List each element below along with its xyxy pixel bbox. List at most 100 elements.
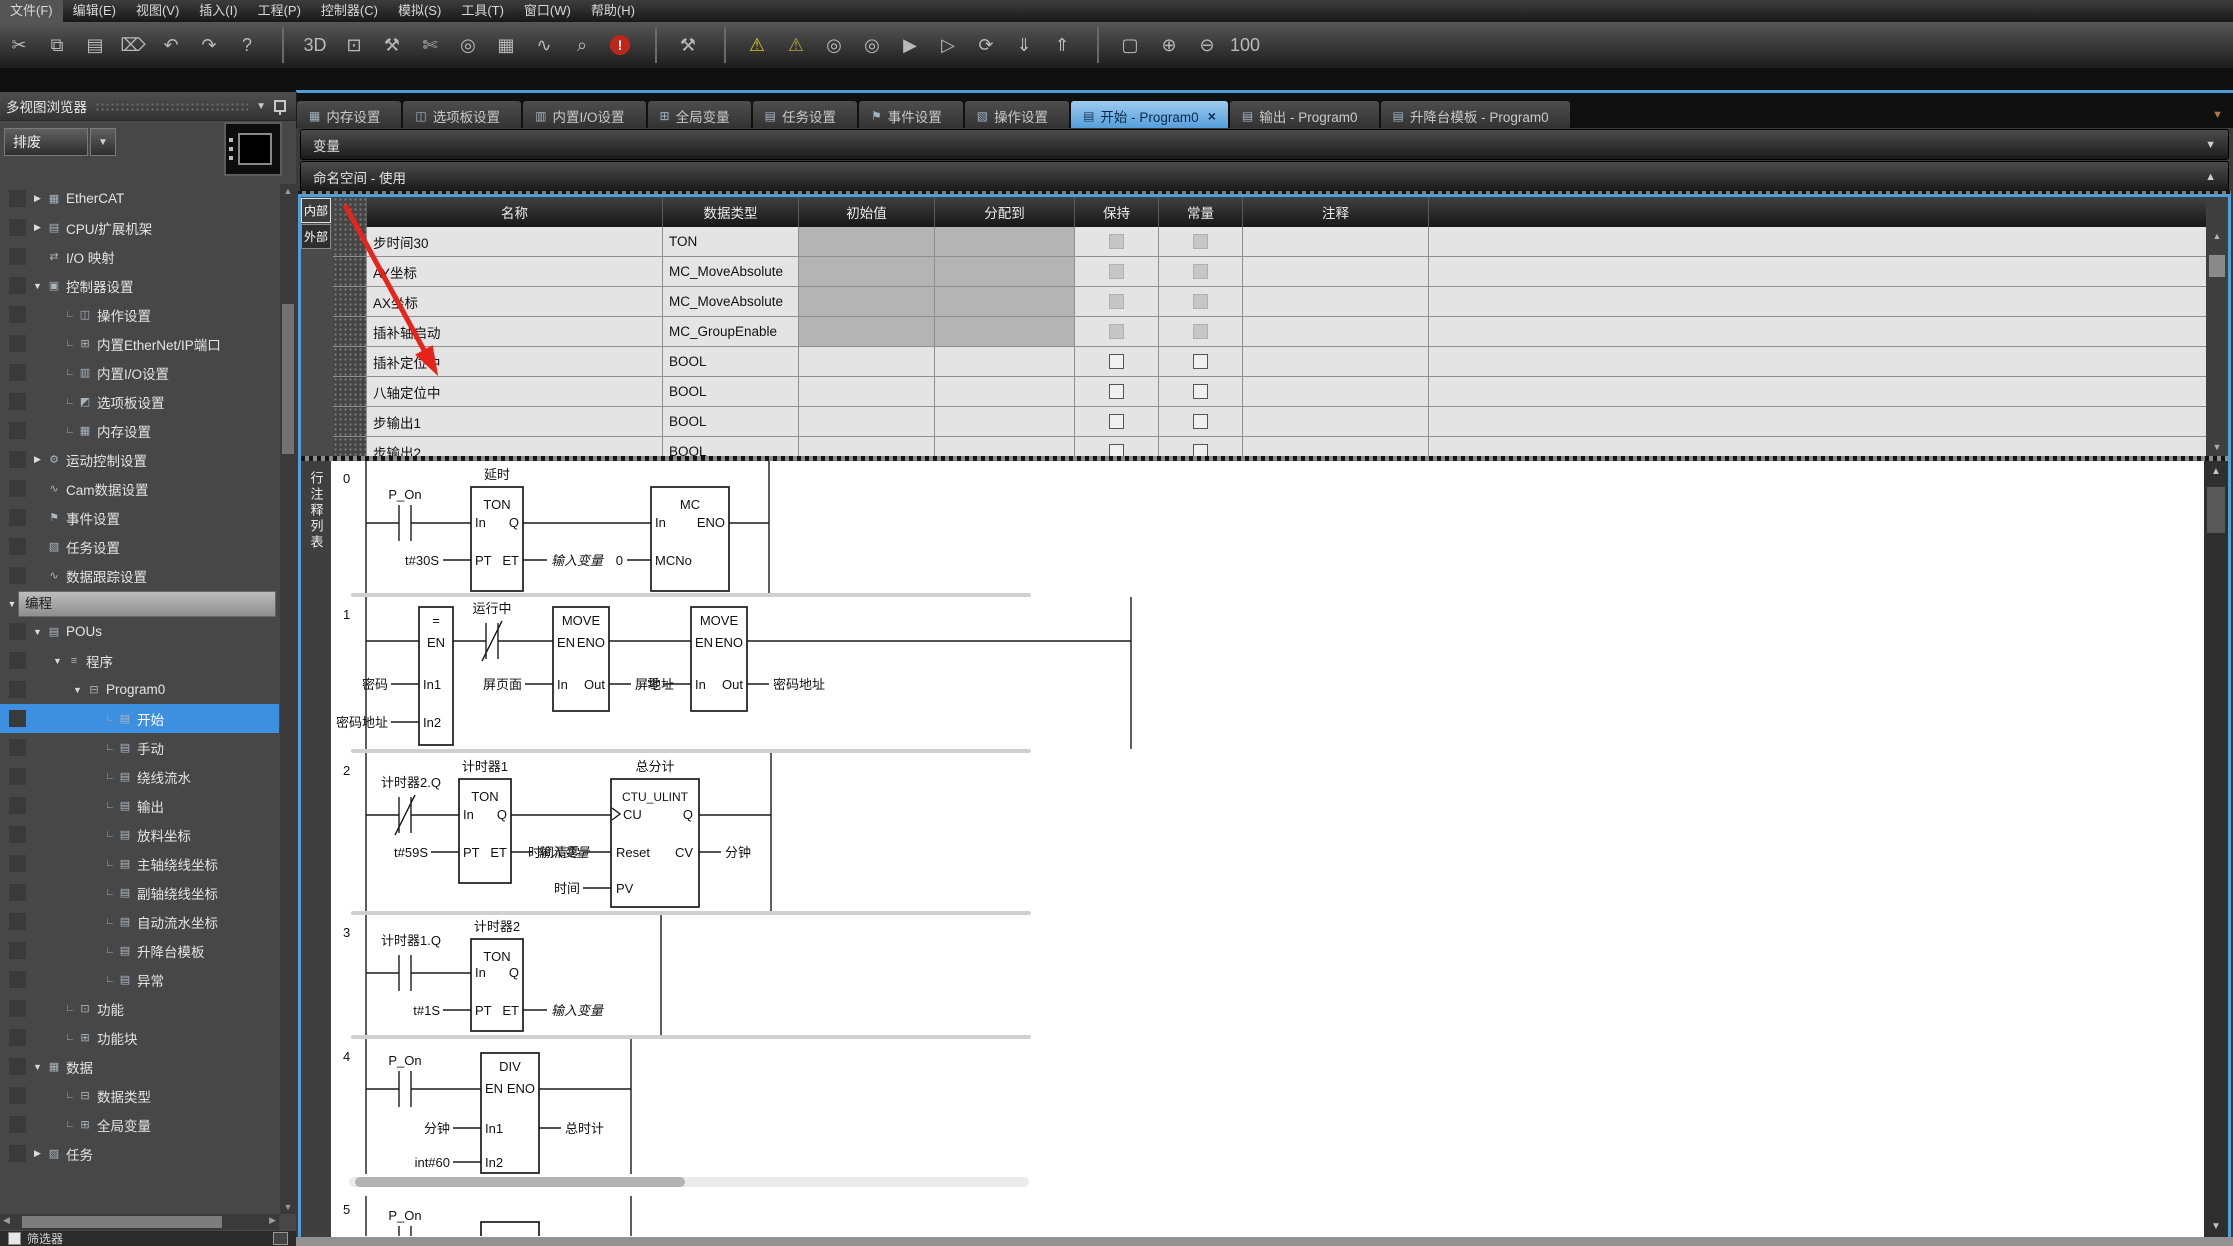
rung-1[interactable]: 1 = EN In1 In2 密码 密码地址 <box>331 597 2204 749</box>
watch-table-button[interactable]: ▦ <box>490 27 522 63</box>
tree-section-programming[interactable]: ▼ ∟ 编程 <box>0 590 279 617</box>
constant-checkbox[interactable] <box>1193 414 1208 429</box>
zoom-out-button[interactable]: ⊖ <box>1191 27 1223 63</box>
cut-button[interactable]: ✂ <box>3 27 35 63</box>
cell-allocation[interactable] <box>935 347 1075 376</box>
filter-bar[interactable]: 筛选器 <box>0 1231 296 1246</box>
variable-tab-external[interactable]: 外部 <box>301 224 331 249</box>
tree-item-section-lift-template[interactable]: ∟ ▤ 升降台模板 <box>0 936 279 965</box>
tree-item-global-variables[interactable]: ∟ ⊞ 全局变量 <box>0 1110 279 1139</box>
watch-window-button[interactable]: ◎ <box>452 27 484 63</box>
tree-item-section-start[interactable]: ∟ ▤ 开始 <box>0 704 279 733</box>
retain-checkbox[interactable] <box>1109 354 1124 369</box>
row-handle[interactable] <box>333 437 367 456</box>
collapse-icon[interactable]: ▼ <box>256 101 266 112</box>
operand-label[interactable]: 分钟 <box>725 845 751 860</box>
operand-label[interactable]: t#1S <box>413 1003 440 1018</box>
operand-label[interactable]: 0 <box>616 553 623 568</box>
tab-task-settings[interactable]: ▤ 任务设置 <box>753 101 857 131</box>
row-handle[interactable] <box>333 347 367 376</box>
variable-row[interactable]: 步输出1 BOOL <box>333 407 2206 437</box>
constant-checkbox[interactable] <box>1193 234 1208 249</box>
scrollbar-thumb[interactable] <box>2209 255 2225 277</box>
constant-checkbox[interactable] <box>1193 384 1208 399</box>
project-selector[interactable]: 排废 <box>4 128 88 156</box>
scrollbar-thumb[interactable] <box>2207 487 2225 533</box>
scroll-left-icon[interactable]: ◀ <box>3 1215 10 1226</box>
cell-name[interactable]: 步时间30 <box>367 227 663 256</box>
tab-lift-template-program0[interactable]: ▤ 升降台模板 - Program0 <box>1381 101 1570 131</box>
cross-reference-button[interactable]: ✄ <box>414 27 446 63</box>
tab-global-variables[interactable]: ⊞ 全局变量 <box>648 101 751 131</box>
variable-row[interactable]: 八轴定位中 BOOL <box>333 377 2206 407</box>
menu-view[interactable]: 视图(V) <box>126 0 189 22</box>
retain-checkbox[interactable] <box>1109 414 1124 429</box>
operand-label[interactable]: int#60 <box>415 1155 450 1170</box>
tree-item-motion-control[interactable]: ▶ ∟ ⚙ 运动控制设置 <box>0 445 279 474</box>
tree-item-task-settings[interactable]: ∟ ▧ 任务设置 <box>0 532 279 561</box>
variable-table-scrollbar[interactable]: ▲ ▼ <box>2206 197 2228 456</box>
contact-operand[interactable]: P_On <box>388 1208 421 1223</box>
cell-datatype[interactable]: MC_MoveAbsolute <box>663 257 799 286</box>
rung-0[interactable]: 0 P_On 延时 TON In Q PT <box>331 461 2204 593</box>
tree-item-event-settings[interactable]: ∟ ⚑ 事件设置 <box>0 503 279 532</box>
cell-name[interactable]: AY坐标 <box>367 257 663 286</box>
expander-icon[interactable]: ▶ <box>30 193 45 204</box>
operand-label[interactable]: 时间 <box>554 881 580 896</box>
variable-row[interactable]: 插补定位中 BOOL <box>333 347 2206 377</box>
copy-button[interactable]: ⧉ <box>41 27 73 63</box>
operand-label[interactable]: 分钟 <box>424 1121 450 1136</box>
cell-initial-value[interactable] <box>799 317 935 346</box>
contact-operand[interactable]: 计时器1.Q <box>381 933 441 948</box>
scroll-down-icon[interactable]: ▼ <box>2206 442 2228 452</box>
fb-instance-name[interactable]: 计时器1 <box>462 759 508 774</box>
menu-controller[interactable]: 控制器(C) <box>311 0 388 22</box>
column-datatype[interactable]: 数据类型 <box>663 197 799 227</box>
cell-allocation[interactable] <box>935 257 1075 286</box>
expander-icon[interactable]: ▼ <box>70 685 85 695</box>
tree-item-option-board-settings[interactable]: ∟ ◩ 选项板设置 <box>0 387 279 416</box>
search-button[interactable]: ⌕ <box>566 27 598 63</box>
cell-name[interactable]: AX坐标 <box>367 287 663 316</box>
variable-row[interactable]: 步输出2 BOOL <box>333 437 2206 456</box>
cell-datatype[interactable]: BOOL <box>663 407 799 436</box>
fb-block[interactable] <box>481 1222 539 1236</box>
cell-name[interactable]: 插补定位中 <box>367 347 663 376</box>
cell-datatype[interactable]: BOOL <box>663 347 799 376</box>
operand-placeholder[interactable]: 输入变量 <box>551 553 605 568</box>
column-comment[interactable]: 注释 <box>1243 197 1429 227</box>
constant-checkbox[interactable] <box>1193 294 1208 309</box>
contact-operand[interactable]: P_On <box>388 1053 421 1068</box>
tab-builtin-io-settings[interactable]: ▥ 内置I/O设置 <box>523 101 645 131</box>
retain-checkbox[interactable] <box>1109 384 1124 399</box>
tree-item-section-abnormal[interactable]: ∟ ▤ 异常 <box>0 965 279 994</box>
contact-operand[interactable]: 计时器2.Q <box>381 775 441 790</box>
rung-2[interactable]: 2 计时器2.Q 计时器1 TON In Q <box>331 753 2204 911</box>
scrollbar-thumb[interactable] <box>355 1177 685 1187</box>
tree-item-builtin-io-settings[interactable]: ∟ ▥ 内置I/O设置 <box>0 358 279 387</box>
variable-row[interactable]: 步时间30 TON <box>333 227 2206 257</box>
expander-icon[interactable]: ▼ <box>30 281 45 291</box>
tree-item-data-trace[interactable]: ∟ ∿ 数据跟踪设置 <box>0 561 279 590</box>
cell-initial-value[interactable] <box>799 227 935 256</box>
tab-output-program0[interactable]: ▤ 输出 - Program0 <box>1230 101 1379 131</box>
tree-item-cam-data[interactable]: ∟ ∿ Cam数据设置 <box>0 474 279 503</box>
tab-operation-settings[interactable]: ▧ 操作设置 <box>965 101 1069 131</box>
variable-row[interactable]: AY坐标 MC_MoveAbsolute <box>333 257 2206 287</box>
collapse-up-icon[interactable]: ▲ <box>2205 171 2216 183</box>
tab-memory-settings[interactable]: ▦ 内存设置 <box>297 101 401 131</box>
output-window-button[interactable]: ⊡ <box>338 27 370 63</box>
transfer-to-controller-button[interactable]: ⇓ <box>1008 27 1040 63</box>
scroll-down-icon[interactable]: ▼ <box>280 1202 296 1212</box>
cell-name[interactable]: 步输出2 <box>367 437 663 456</box>
expander-icon[interactable]: ▶ <box>30 1148 45 1159</box>
tree-item-section-feed-coords[interactable]: ∟ ▤ 放料坐标 <box>0 820 279 849</box>
variable-row[interactable]: AX坐标 MC_MoveAbsolute <box>333 287 2206 317</box>
cell-comment[interactable] <box>1243 227 1429 256</box>
cell-initial-value[interactable] <box>799 437 935 456</box>
operand-label[interactable]: t#30S <box>405 553 439 568</box>
monitor-stop-button[interactable]: ◎ <box>856 27 888 63</box>
help-button[interactable]: ? <box>231 27 263 63</box>
expander-icon[interactable]: ▶ <box>30 454 45 465</box>
scroll-up-icon[interactable]: ▲ <box>280 186 296 196</box>
